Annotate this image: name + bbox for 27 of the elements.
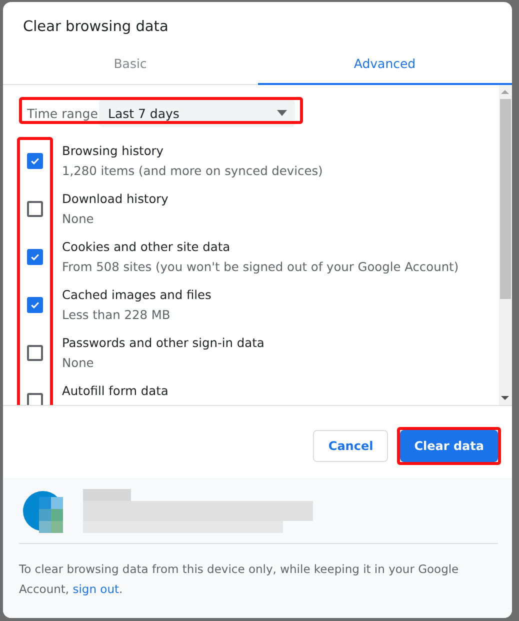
dialog-title: Clear browsing data	[22, 18, 170, 37]
item-label: Browsing history	[62, 143, 165, 160]
item-detail: None	[62, 355, 95, 372]
item-detail: From 508 sites (you won't be signed out of your Google Account)	[62, 259, 459, 276]
item-label: Cached images and files	[62, 287, 212, 304]
item-detail: None	[62, 211, 95, 228]
item-label: Download history	[62, 191, 168, 208]
item-label: Cookies and other site data	[62, 239, 232, 256]
item-detail: Less than 228 MB	[62, 307, 172, 324]
item-detail: 1,280 items (and more on synced devices)	[62, 163, 323, 180]
tab[interactable]: Advanced	[258, 46, 512, 85]
sign-out-link[interactable]: sign out	[72, 582, 120, 596]
item-label: Passwords and other sign-in data	[62, 335, 264, 352]
cancel-button[interactable]: Cancel	[313, 430, 388, 462]
checkbox[interactable]	[27, 393, 43, 405]
clear-data-button[interactable]: Clear data	[400, 430, 498, 462]
field-label: Time range	[26, 106, 99, 120]
item-label: Autofill form data	[62, 383, 168, 400]
checkbox[interactable]	[27, 297, 43, 313]
checkbox[interactable]	[27, 201, 43, 217]
checkbox[interactable]	[27, 249, 43, 265]
caret-icon	[277, 110, 287, 116]
scrollbar[interactable]	[499, 85, 512, 405]
footer-note: To clear browsing data from this device only, while keeping it in your Google Account, sign out.	[19, 561, 460, 598]
checkbox[interactable]	[27, 345, 43, 361]
tab[interactable]: Basic	[3, 46, 258, 85]
checkbox[interactable]	[27, 153, 43, 169]
